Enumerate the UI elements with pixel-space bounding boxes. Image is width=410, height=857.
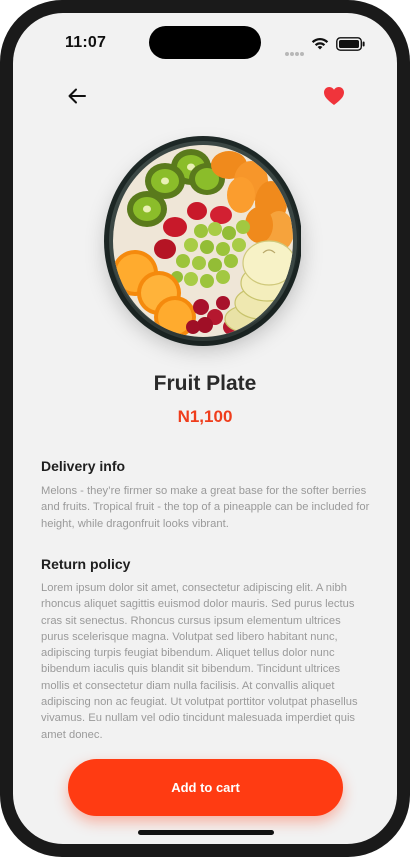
- product-image: [101, 131, 302, 347]
- app-screen: 11:07 Fruit Plate N1,100 Delivery info M…: [13, 13, 397, 844]
- return-policy-heading: Return policy: [41, 556, 131, 572]
- status-time: 11:07: [65, 34, 107, 51]
- arrow-left-icon[interactable]: [65, 84, 89, 108]
- add-to-cart-label: Add to cart: [171, 780, 240, 795]
- heart-icon[interactable]: [322, 84, 346, 108]
- dynamic-island: [149, 26, 261, 59]
- battery-icon: [336, 37, 365, 51]
- product-title: Fruit Plate: [153, 372, 257, 395]
- return-policy-text: Lorem ipsum dolor sit amet, consectetur …: [41, 582, 358, 741]
- cellular-signal-icon: [285, 43, 305, 61]
- delivery-info-text: Melons - they’re firmer so make a great …: [41, 485, 370, 530]
- home-indicator[interactable]: [138, 830, 274, 835]
- delivery-info-heading: Delivery info: [41, 458, 126, 474]
- phone-frame: 11:07 Fruit Plate N1,100 Delivery info M…: [0, 0, 410, 857]
- add-to-cart-button[interactable]: Add to cart: [68, 759, 343, 816]
- product-price: N1,100: [177, 407, 233, 426]
- status-bar: 11:07: [13, 13, 397, 67]
- wifi-icon: [311, 38, 329, 50]
